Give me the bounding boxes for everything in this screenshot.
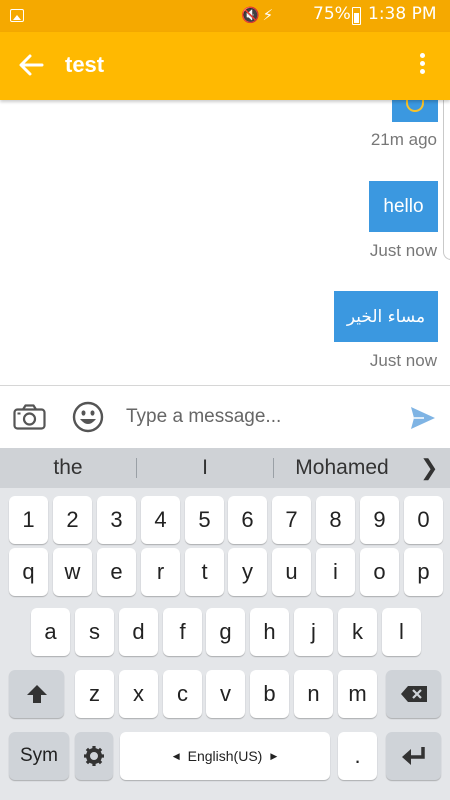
back-arrow-icon[interactable] (18, 52, 44, 78)
key-q[interactable]: q (9, 548, 48, 596)
gear-icon (84, 746, 104, 766)
key-p[interactable]: p (404, 548, 443, 596)
key-t[interactable]: t (185, 548, 224, 596)
camera-icon[interactable] (13, 404, 46, 430)
backspace-key[interactable] (386, 670, 441, 718)
key-x[interactable]: x (119, 670, 158, 718)
battery-icon (352, 7, 361, 25)
message-timestamp: Just now (369, 241, 437, 260)
key-l[interactable]: l (382, 608, 421, 656)
chevron-right-icon[interactable]: ❯ (420, 455, 438, 481)
key-8[interactable]: 8 (316, 496, 355, 544)
send-icon[interactable] (410, 406, 436, 430)
key-y[interactable]: y (228, 548, 267, 596)
space-key-label: English(US) (187, 748, 263, 764)
keyboard: 1 2 3 4 5 6 7 8 9 0 q w e r t y u i o p … (0, 488, 450, 800)
period-key[interactable]: . (338, 732, 377, 780)
message-timestamp: Just now (369, 351, 437, 370)
key-6[interactable]: 6 (228, 496, 267, 544)
scroll-indicator (443, 100, 450, 260)
key-2[interactable]: 2 (53, 496, 92, 544)
enter-key[interactable] (386, 732, 441, 780)
message-list[interactable]: 21m ago hello Just now مساء الخير Just n… (0, 100, 450, 385)
key-j[interactable]: j (294, 608, 333, 656)
suggestion-item[interactable]: Mohamed (274, 456, 410, 480)
key-v[interactable]: v (206, 670, 245, 718)
key-w[interactable]: w (53, 548, 92, 596)
message-bubble[interactable]: مساء الخير (334, 291, 438, 342)
key-9[interactable]: 9 (360, 496, 399, 544)
message-composer (0, 385, 450, 448)
key-u[interactable]: u (272, 548, 311, 596)
message-timestamp: 21m ago (370, 130, 437, 149)
key-1[interactable]: 1 (9, 496, 48, 544)
key-3[interactable]: 3 (97, 496, 136, 544)
suggestion-bar: the I Mohamed ❯ (0, 448, 450, 488)
clock: 1:38 PM (368, 4, 437, 24)
key-s[interactable]: s (75, 608, 114, 656)
status-icons: 🔇⚡ (241, 6, 277, 24)
sym-key[interactable]: Sym (9, 732, 69, 780)
space-key[interactable]: ◀ English(US) ▶ (120, 732, 330, 780)
key-b[interactable]: b (250, 670, 289, 718)
key-5[interactable]: 5 (185, 496, 224, 544)
conversation-title: test (65, 52, 105, 77)
settings-key[interactable] (75, 732, 113, 780)
key-4[interactable]: 4 (141, 496, 180, 544)
overflow-menu-icon[interactable] (412, 50, 432, 82)
key-z[interactable]: z (75, 670, 114, 718)
shift-arrow-icon (26, 685, 47, 703)
key-7[interactable]: 7 (272, 496, 311, 544)
key-c[interactable]: c (163, 670, 202, 718)
caret-left-icon: ◀ (172, 750, 180, 761)
key-m[interactable]: m (338, 670, 377, 718)
backspace-icon (400, 686, 427, 702)
shift-key[interactable] (9, 670, 64, 718)
status-bar: 🔇⚡ 75% 1:38 PM (0, 0, 450, 32)
key-h[interactable]: h (250, 608, 289, 656)
key-o[interactable]: o (360, 548, 399, 596)
message-bubble[interactable] (392, 100, 438, 122)
key-e[interactable]: e (97, 548, 136, 596)
key-r[interactable]: r (141, 548, 180, 596)
emoji-icon (406, 100, 424, 112)
message-input[interactable] (126, 403, 386, 431)
battery-percent: 75% (313, 4, 351, 24)
key-n[interactable]: n (294, 670, 333, 718)
key-i[interactable]: i (316, 548, 355, 596)
key-f[interactable]: f (163, 608, 202, 656)
suggestion-item[interactable]: I (137, 456, 273, 480)
image-notification-icon (10, 9, 24, 22)
enter-icon (401, 747, 425, 765)
key-a[interactable]: a (31, 608, 70, 656)
key-k[interactable]: k (338, 608, 377, 656)
message-bubble[interactable]: hello (369, 181, 438, 232)
caret-right-icon: ▶ (270, 750, 278, 761)
key-0[interactable]: 0 (404, 496, 443, 544)
suggestion-item[interactable]: the (0, 456, 136, 480)
app-bar: test (0, 32, 450, 100)
key-g[interactable]: g (206, 608, 245, 656)
key-d[interactable]: d (119, 608, 158, 656)
emoji-icon[interactable] (72, 401, 104, 433)
